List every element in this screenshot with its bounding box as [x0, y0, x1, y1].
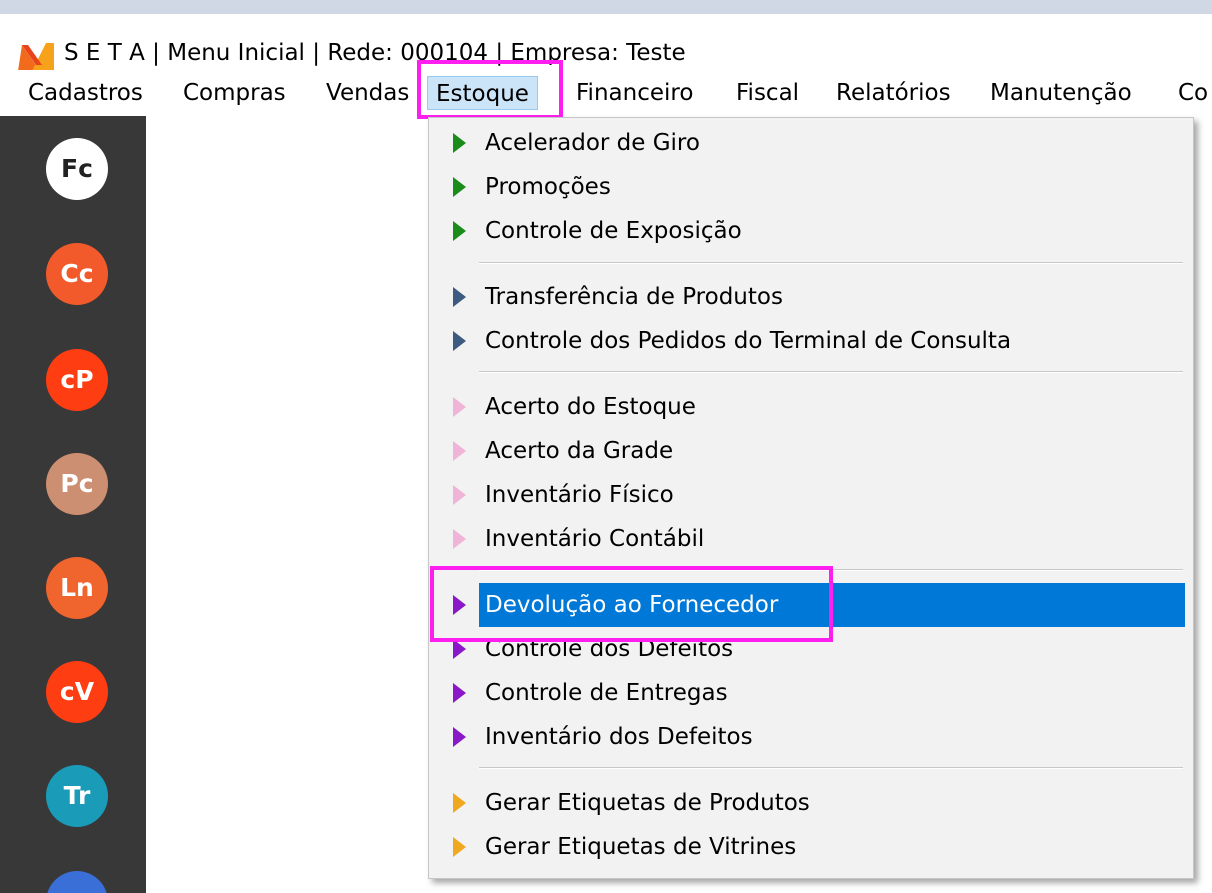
sidebar-button-fc[interactable]: Fc [46, 138, 108, 200]
menuitem-controle-dos-pedidos[interactable]: Controle dos Pedidos do Terminal de Cons… [429, 319, 1193, 363]
menuitem-transferencia-de-produtos[interactable]: Transferência de Produtos [429, 275, 1193, 319]
menuitem-label: Promoções [485, 174, 611, 200]
submenu-arrow-icon [453, 221, 466, 241]
menuitem-gerar-etiquetas-de-vitrines[interactable]: Gerar Etiquetas de Vitrines [429, 825, 1193, 869]
submenu-arrow-icon [453, 529, 466, 549]
menu-separator [479, 262, 1183, 264]
highlight-box-devolucao [430, 566, 833, 642]
submenu-arrow-icon [453, 441, 466, 461]
menu-manutencao[interactable]: Manutenção [982, 76, 1140, 110]
menuitem-label: Acelerador de Giro [485, 130, 700, 156]
menu-fiscal[interactable]: Fiscal [728, 76, 807, 110]
submenu-arrow-icon [453, 727, 466, 747]
submenu-arrow-icon [453, 133, 466, 153]
sidebar-button-pc[interactable]: Pc [46, 453, 108, 515]
seta-logo-icon [18, 43, 54, 71]
menu-compras[interactable]: Compras [175, 76, 294, 110]
menu-vendas[interactable]: Vendas [318, 76, 417, 110]
menuitem-inventario-fisico[interactable]: Inventário Físico [429, 473, 1193, 517]
menuitem-promocoes[interactable]: Promoções [429, 165, 1193, 209]
menuitem-inventario-dos-defeitos[interactable]: Inventário dos Defeitos [429, 715, 1193, 759]
menu-cadastros[interactable]: Cadastros [20, 76, 151, 110]
menuitem-acerto-da-grade[interactable]: Acerto da Grade [429, 429, 1193, 473]
menuitem-label: Acerto do Estoque [485, 394, 696, 420]
menuitem-label: Inventário Contábil [485, 526, 705, 552]
menuitem-label: Acerto da Grade [485, 438, 674, 464]
menuitem-controle-de-exposicao[interactable]: Controle de Exposição [429, 209, 1193, 253]
sidebar-button-cv[interactable]: cV [46, 661, 108, 723]
menu-bar: Cadastros Compras Vendas Estoque Finance… [0, 70, 1212, 116]
menuitem-label: Inventário dos Defeitos [485, 724, 753, 750]
sidebar-button-ln[interactable]: Ln [46, 557, 108, 619]
menuitem-acelerador-de-giro[interactable]: Acelerador de Giro [429, 121, 1193, 165]
submenu-arrow-icon [453, 397, 466, 417]
menu-relatorios[interactable]: Relatórios [828, 76, 959, 110]
menuitem-label: Gerar Etiquetas de Vitrines [485, 834, 797, 860]
sidebar-button-tr[interactable]: Tr [46, 765, 108, 827]
window-top-strip [0, 0, 1212, 14]
menuitem-label: Inventário Físico [485, 482, 674, 508]
sidebar-button-cp[interactable]: cP [46, 349, 108, 411]
submenu-arrow-icon [453, 683, 466, 703]
submenu-arrow-icon [453, 177, 466, 197]
menuitem-gerar-etiquetas-de-produtos[interactable]: Gerar Etiquetas de Produtos [429, 781, 1193, 825]
estoque-dropdown-menu: Acelerador de Giro Promoções Controle de… [428, 117, 1194, 879]
menuitem-label: Transferência de Produtos [485, 284, 783, 310]
highlight-box-estoque [417, 60, 563, 119]
menuitem-label: Gerar Etiquetas de Produtos [485, 790, 810, 816]
sidebar-button-cc[interactable]: Cc [46, 243, 108, 305]
menuitem-label: Controle de Exposição [485, 218, 742, 244]
menu-separator [479, 767, 1183, 769]
window-title: S E T A | Menu Inicial | Rede: 000104 | … [64, 40, 686, 66]
menuitem-inventario-contabil[interactable]: Inventário Contábil [429, 517, 1193, 561]
menuitem-controle-de-entregas[interactable]: Controle de Entregas [429, 671, 1193, 715]
submenu-arrow-icon [453, 485, 466, 505]
sidebar-button-partial[interactable] [46, 871, 108, 893]
menu-financeiro[interactable]: Financeiro [568, 76, 701, 110]
submenu-arrow-icon [453, 837, 466, 857]
menuitem-label: Controle de Entregas [485, 680, 728, 706]
menuitem-label: Controle dos Pedidos do Terminal de Cons… [485, 328, 1012, 354]
menuitem-acerto-do-estoque[interactable]: Acerto do Estoque [429, 385, 1193, 429]
submenu-arrow-icon [453, 287, 466, 307]
submenu-arrow-icon [453, 639, 466, 659]
menu-separator [479, 371, 1183, 373]
submenu-arrow-icon [453, 793, 466, 813]
menu-co[interactable]: Co [1170, 76, 1212, 110]
submenu-arrow-icon [453, 331, 466, 351]
sidebar: Fc Cc cP Pc Ln cV Tr [0, 116, 146, 893]
title-bar: S E T A | Menu Inicial | Rede: 000104 | … [0, 14, 1212, 76]
